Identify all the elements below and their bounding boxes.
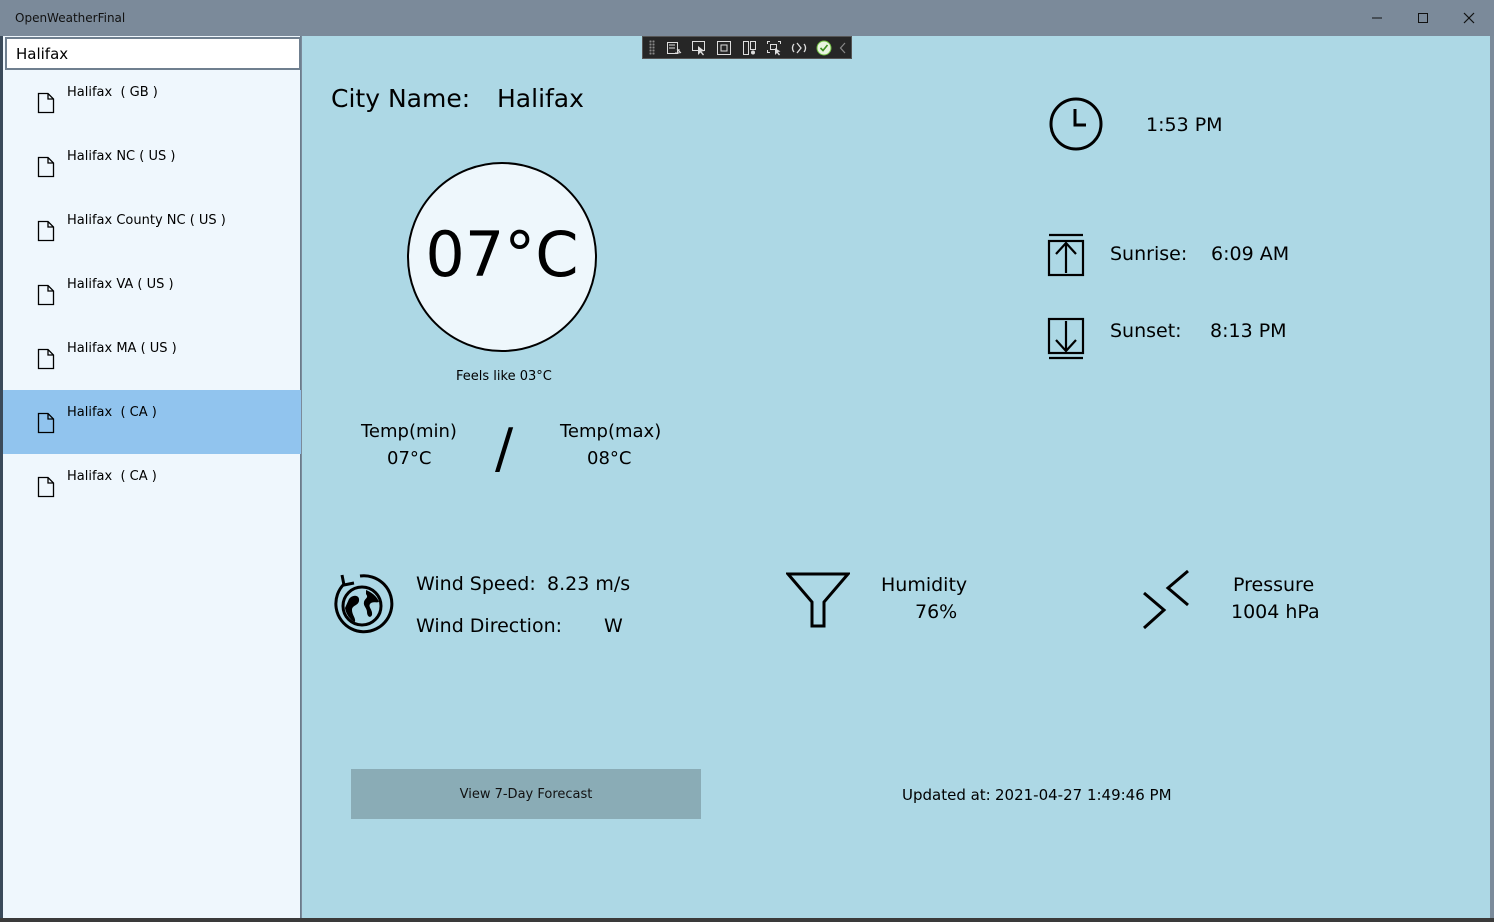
result-label: Halifax County NC ( US ) — [67, 213, 226, 228]
temp-separator: / — [495, 417, 514, 480]
result-item[interactable]: Halifax ( CA ) — [3, 390, 301, 454]
toolbar-grip[interactable] — [649, 40, 655, 55]
maximize-icon — [1418, 13, 1428, 23]
temp-min-value: 07°C — [387, 448, 432, 469]
current-temperature: 07°C — [425, 218, 579, 291]
result-label: Halifax VA ( US ) — [67, 277, 174, 292]
result-label: Halifax ( CA ) — [67, 469, 157, 484]
window-title: OpenWeatherFinal — [15, 11, 126, 25]
temp-max-label: Temp(max) — [560, 421, 662, 442]
maximize-button[interactable] — [1400, 0, 1446, 36]
result-label: Halifax MA ( US ) — [67, 341, 177, 356]
updated-at-value: 2021-04-27 1:49:46 PM — [995, 786, 1172, 804]
clock-icon — [1049, 97, 1103, 151]
app-window: OpenWeatherFinal Halifax ( GB ) Halifax … — [0, 0, 1494, 922]
document-icon — [37, 412, 55, 434]
window-bottom-edge — [0, 918, 1494, 922]
local-time: 1:53 PM — [1146, 114, 1223, 136]
hot-reload-button[interactable] — [786, 37, 811, 58]
title-bar[interactable]: OpenWeatherFinal — [0, 0, 1494, 36]
close-icon — [1463, 12, 1475, 24]
sunrise-label: Sunrise: — [1110, 243, 1188, 265]
search-input[interactable] — [5, 37, 301, 70]
wind-speed-value: 8.23 m/s — [547, 573, 631, 595]
wind-direction-label: Wind Direction: — [416, 615, 563, 637]
result-label: Halifax NC ( US ) — [67, 149, 176, 164]
wind-speed-label: Wind Speed: — [416, 573, 536, 595]
weather-panel: City Name: Halifax 07°C Feels like 03°C … — [302, 36, 1490, 918]
live-visual-tree-icon — [666, 41, 681, 54]
pressure-label: Pressure — [1233, 574, 1315, 596]
results-list: Halifax ( GB ) Halifax NC ( US ) Halifax… — [3, 70, 301, 518]
binding-ok-icon — [816, 40, 831, 55]
humidity-label: Humidity — [881, 574, 968, 596]
document-icon — [37, 92, 55, 114]
temperature-circle: 07°C — [407, 162, 597, 352]
sunrise-value: 6:09 AM — [1211, 243, 1290, 265]
live-visual-tree-button[interactable] — [661, 37, 686, 58]
globe-refresh-icon — [334, 574, 394, 634]
select-element-icon — [691, 40, 705, 55]
city-name-value: Halifax — [497, 84, 584, 113]
minimize-icon — [1372, 17, 1382, 19]
hot-reload-icon — [791, 42, 806, 53]
result-item[interactable]: Halifax ( CA ) — [3, 454, 301, 518]
document-icon — [37, 156, 55, 178]
display-layout-adorners-button[interactable] — [711, 37, 736, 58]
minimize-button[interactable] — [1354, 0, 1400, 36]
result-item[interactable]: Halifax MA ( US ) — [3, 326, 301, 390]
result-item[interactable]: Halifax County NC ( US ) — [3, 198, 301, 262]
sunset-value: 8:13 PM — [1210, 320, 1287, 342]
wind-direction-value: W — [604, 615, 623, 637]
sidebar: Halifax ( GB ) Halifax NC ( US ) Halifax… — [3, 36, 301, 918]
binding-status-button[interactable] — [811, 37, 836, 58]
result-item[interactable]: Halifax ( GB ) — [3, 70, 301, 134]
funnel-icon — [786, 572, 850, 628]
result-item[interactable]: Halifax NC ( US ) — [3, 134, 301, 198]
result-item[interactable]: Halifax VA ( US ) — [3, 262, 301, 326]
sunrise-arrow-up-icon — [1047, 233, 1085, 277]
collapse-toolbar-button[interactable] — [836, 37, 850, 58]
sunset-label: Sunset: — [1110, 320, 1182, 342]
close-button[interactable] — [1446, 0, 1492, 36]
collapse-chevron-icon — [839, 42, 846, 53]
preview-selection-icon — [766, 40, 781, 55]
pressure-chevrons-icon — [1142, 569, 1189, 630]
document-icon — [37, 476, 55, 498]
track-focus-button[interactable] — [736, 37, 761, 58]
sunset-arrow-down-icon — [1047, 317, 1085, 360]
pressure-value: 1004 hPa — [1231, 601, 1320, 623]
temp-max-value: 08°C — [587, 448, 632, 469]
xaml-debug-toolbar — [642, 36, 852, 59]
track-focus-icon — [742, 40, 756, 55]
view-forecast-button[interactable]: View 7-Day Forecast — [351, 769, 701, 819]
document-icon — [37, 284, 55, 306]
select-element-button[interactable] — [686, 37, 711, 58]
display-layout-adorners-icon — [716, 40, 731, 55]
city-name-label: City Name: — [331, 84, 471, 113]
updated-at-label: Updated at: — [902, 786, 991, 804]
temp-min-label: Temp(min) — [361, 421, 457, 442]
result-label: Halifax ( CA ) — [67, 405, 157, 420]
result-label: Halifax ( GB ) — [67, 85, 158, 100]
feels-like: Feels like 03°C — [456, 369, 552, 384]
document-icon — [37, 220, 55, 242]
humidity-value: 76% — [915, 601, 958, 623]
document-icon — [37, 348, 55, 370]
preview-selection-button[interactable] — [761, 37, 786, 58]
